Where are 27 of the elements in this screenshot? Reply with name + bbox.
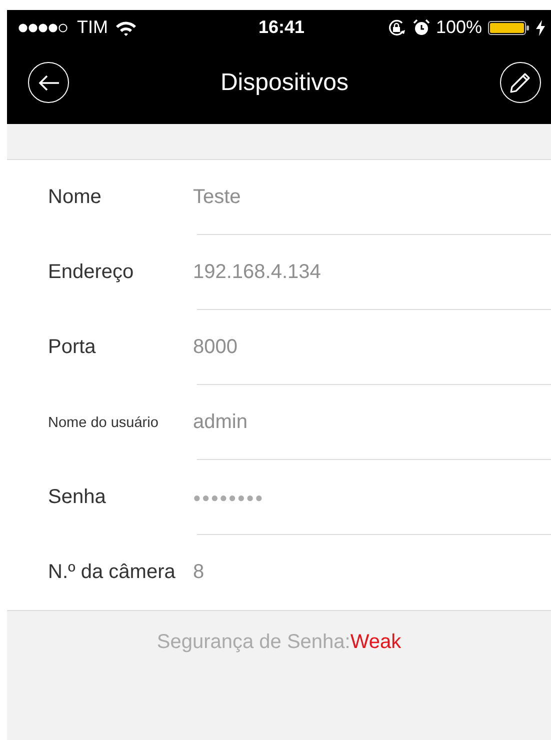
field-label: N.º da câmera — [47, 561, 176, 584]
pencil-icon — [509, 72, 532, 94]
input-field[interactable]: ●●●●●●●● — [193, 490, 264, 505]
input-field[interactable]: 192.168.4.134 — [193, 261, 321, 284]
edit-button[interactable] — [500, 62, 541, 103]
alarm-clock-icon — [412, 19, 430, 36]
input-field[interactable]: 8 — [193, 561, 204, 584]
screen-title: Dispositivos — [220, 68, 349, 96]
back-button[interactable] — [28, 62, 69, 103]
carrier-name: TIM — [77, 17, 108, 38]
back-arrow-icon — [38, 74, 60, 90]
input-field[interactable]: Teste — [193, 186, 241, 209]
password-strength-text: Segurança de Senha:Weak — [156, 631, 402, 655]
rotation-lock-icon — [386, 18, 407, 36]
field-label: Nome — [47, 186, 102, 209]
battery-icon — [488, 20, 530, 34]
field-label: Porta — [47, 336, 97, 359]
input-field[interactable]: admin — [193, 411, 248, 434]
field-label: Nome do usuário — [47, 414, 160, 430]
input-field[interactable]: 8000 — [193, 336, 238, 359]
clock-time: 16:41 — [258, 17, 305, 38]
field-label: Senha — [47, 486, 107, 509]
field-label: Endereço — [47, 261, 135, 284]
battery-percentage: 100% — [436, 17, 482, 38]
charging-bolt-icon — [536, 20, 545, 36]
signal-icon — [18, 22, 70, 32]
wifi-icon — [115, 20, 137, 36]
